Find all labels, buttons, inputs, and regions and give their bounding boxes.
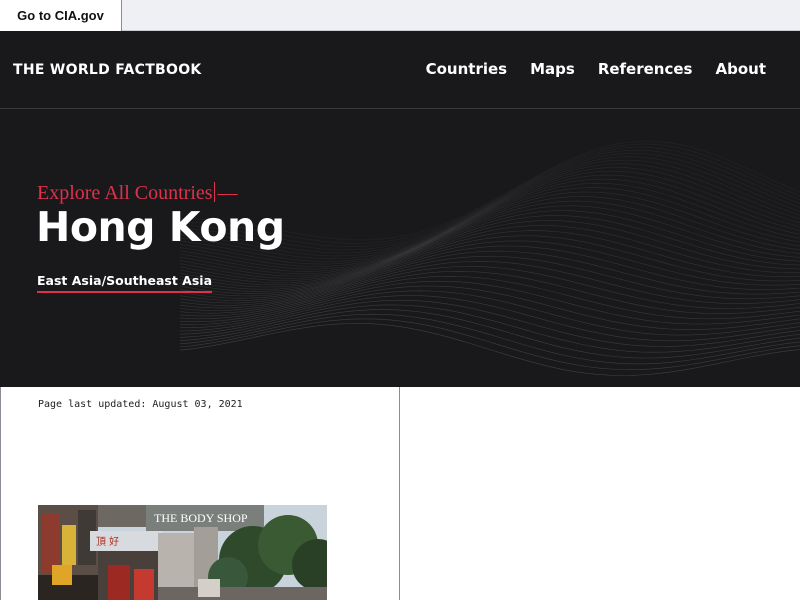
explore-label[interactable]: Explore All Countries xyxy=(37,182,213,204)
text-cursor xyxy=(213,182,215,202)
site-header: THE WORLD FACTBOOK Countries Maps Refere… xyxy=(0,31,800,109)
left-column: Page last updated: August 03, 2021 THE B… xyxy=(0,387,400,600)
explore-dash: — xyxy=(217,182,238,204)
main-nav: Countries Maps References About xyxy=(426,60,766,78)
wave-line xyxy=(179,245,800,304)
country-title: Hong Kong xyxy=(36,203,285,251)
main-content: Page last updated: August 03, 2021 THE B… xyxy=(0,387,800,600)
wave-line xyxy=(179,304,800,353)
wave-line xyxy=(179,250,800,306)
nav-maps[interactable]: Maps xyxy=(530,60,575,78)
country-photo[interactable]: THE BODY SHOP 頂 好 xyxy=(38,505,327,600)
country-hero: Explore All Countries — Hong Kong East As… xyxy=(0,109,800,387)
last-updated-text: Page last updated: August 03, 2021 xyxy=(38,399,243,410)
wave-line xyxy=(179,318,800,371)
go-to-cia-link[interactable]: Go to CIA.gov xyxy=(0,0,122,31)
utility-bar: Go to CIA.gov xyxy=(0,0,800,31)
svg-text:頂 好: 頂 好 xyxy=(96,536,119,548)
nav-references[interactable]: References xyxy=(598,60,693,78)
nav-countries[interactable]: Countries xyxy=(426,60,507,78)
wave-line xyxy=(179,309,800,359)
nav-about[interactable]: About xyxy=(715,60,766,78)
wave-line xyxy=(179,280,800,325)
explore-all-countries-link[interactable]: Explore All Countries — xyxy=(37,182,238,205)
photo-sign-text: THE BODY SHOP xyxy=(154,511,248,525)
region-link[interactable]: East Asia/Southeast Asia xyxy=(37,273,213,293)
wave-line xyxy=(179,323,800,376)
site-brand[interactable]: THE WORLD FACTBOOK xyxy=(13,62,202,78)
street-scene-image: THE BODY SHOP 頂 好 xyxy=(38,505,327,600)
